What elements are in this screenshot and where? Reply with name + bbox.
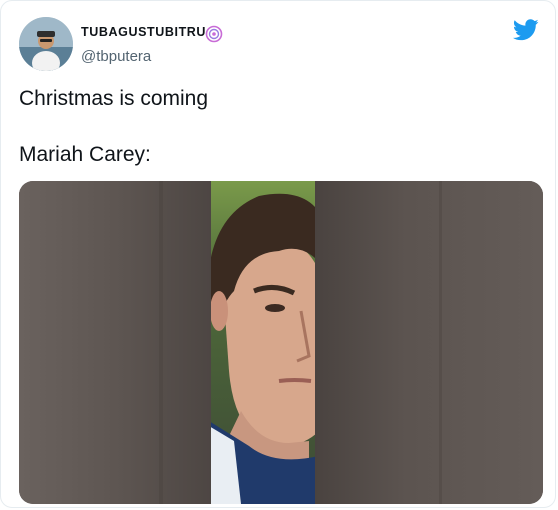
avatar-image — [19, 17, 73, 71]
display-name[interactable]: TUBAGUSTUBITRU — [81, 25, 206, 39]
handle[interactable]: @tbputera — [81, 48, 151, 65]
swirl-badge-icon — [205, 25, 223, 43]
tweet-text-line-2: Mariah Carey: — [19, 143, 151, 166]
man-peeking-through-fence-image — [19, 181, 543, 504]
tweet-text-line-1: Christmas is coming — [19, 87, 209, 110]
avatar[interactable] — [19, 17, 73, 71]
tweet-card[interactable]: TUBAGUSTUBITRU @tbputera Christmas is co… — [0, 0, 556, 508]
tweet-media-image[interactable] — [19, 181, 543, 504]
twitter-bird-icon[interactable] — [513, 19, 539, 41]
